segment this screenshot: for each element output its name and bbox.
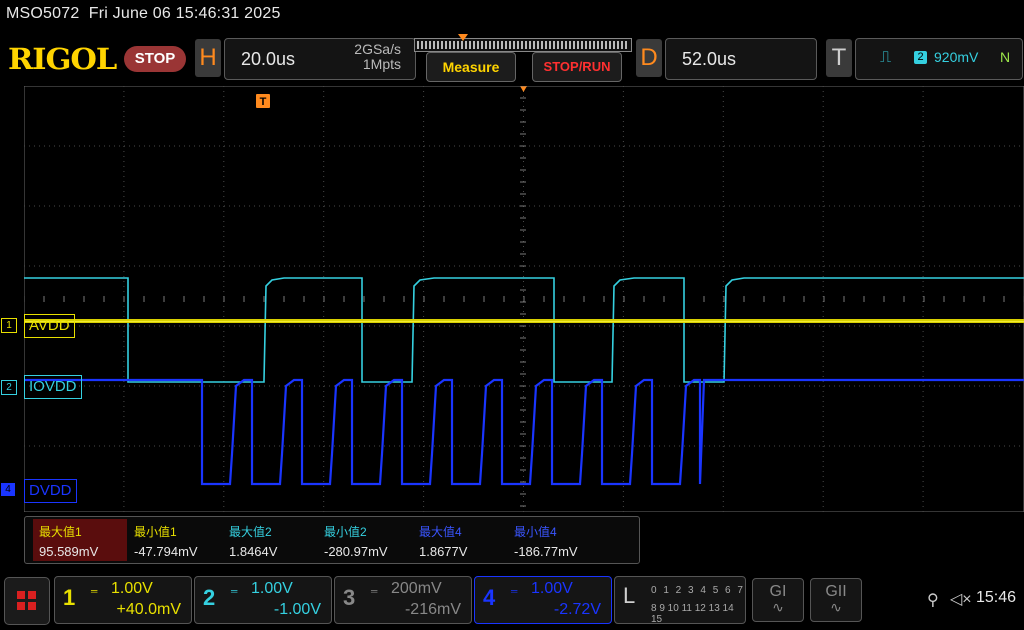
measurement-item[interactable]: 最小值4 -186.77mV <box>508 519 602 561</box>
ch1-offset: +40.0mV <box>116 601 181 618</box>
generator-1-button[interactable]: GI ∿ <box>752 578 804 622</box>
measure-button[interactable]: Measure <box>426 52 516 82</box>
ch2-offset: -1.00V <box>273 601 321 618</box>
sample-rate: 2GSa/s <box>354 41 401 57</box>
measurement-value: -186.77mV <box>514 544 578 559</box>
timebase-panel[interactable]: 20.0us 2GSa/s 1Mpts <box>224 38 416 80</box>
grid-menu-icon <box>17 591 36 610</box>
ch2-settings[interactable]: 2 ═ 1.00V -1.00V <box>194 576 332 624</box>
ch1-settings[interactable]: 1 ═ 1.00V +40.0mV <box>54 576 192 624</box>
stop-run-button[interactable]: STOP/RUN <box>532 52 622 82</box>
measurement-item[interactable]: 最小值2 -280.97mV <box>318 519 412 561</box>
acquisition-info: 2GSa/s 1Mpts <box>354 42 401 72</box>
bottom-bar: 1 ═ 1.00V +40.0mV 2 ═ 1.00V -1.00V 3 ═ 2… <box>0 574 1024 630</box>
trigger-panel[interactable]: ⎍ 2 920mV N <box>855 38 1023 80</box>
ch2-label[interactable]: IOVDD <box>24 375 82 399</box>
generator-2-button[interactable]: GII ∿ <box>810 578 862 622</box>
run-status-badge[interactable]: STOP <box>124 46 186 72</box>
measurement-value: -47.794mV <box>134 544 198 559</box>
memory-depth: 1Mpts <box>362 56 401 72</box>
ch3-offset: -216mV <box>404 601 461 618</box>
model-name: MSO5072 <box>6 5 80 22</box>
dc-coupling-icon: ═ <box>511 586 517 596</box>
ch4-scale: 1.00V <box>531 580 573 597</box>
sine-wave-icon: ∿ <box>830 599 842 615</box>
timebase-value: 20.0us <box>241 49 296 69</box>
measurement-label: 最大值1 <box>39 525 82 539</box>
measurement-value: 1.8677V <box>419 544 468 559</box>
measurement-label: 最小值4 <box>514 525 557 539</box>
dc-coupling-icon: ═ <box>231 586 237 596</box>
horizontal-key[interactable]: H <box>195 39 221 77</box>
logic-channels-0-7: 0 1 2 3 4 5 6 7 <box>651 585 745 596</box>
measurement-label: 最大值4 <box>419 525 462 539</box>
measurement-item[interactable]: 最小值1 -47.794mV <box>128 519 222 561</box>
measurement-label: 最小值1 <box>134 525 177 539</box>
trigger-level: 920mV <box>934 49 979 65</box>
trigger-key[interactable]: T <box>826 39 852 77</box>
rising-edge-icon: ⎍ <box>880 49 892 66</box>
toolbar: RIGOL STOP H 20.0us 2GSa/s 1Mpts Measure… <box>0 34 1024 86</box>
memory-position-bar[interactable] <box>414 38 632 52</box>
ch1-marker[interactable]: 1 <box>1 318 17 333</box>
measurement-item[interactable]: 最大值2 1.8464V <box>223 519 317 561</box>
delay-value: 52.0us <box>682 49 737 69</box>
svg-text:T: T <box>260 96 267 108</box>
rigol-logo: RIGOL <box>8 42 117 76</box>
status-line: MSO5072 Fri June 06 15:46:31 2025 <box>6 5 281 23</box>
measurement-item[interactable]: 最大值1 95.589mV <box>33 519 127 561</box>
delay-key[interactable]: D <box>636 39 662 77</box>
dc-coupling-icon: ═ <box>371 586 377 596</box>
sine-wave-icon: ∿ <box>772 599 784 615</box>
measurement-label: 最小值2 <box>324 525 367 539</box>
measurement-panel[interactable]: 最大值1 95.589mV 最小值1 -47.794mV 最大值2 1.8464V 最小值2… <box>24 516 640 564</box>
delay-marker-icon: T <box>256 94 270 108</box>
ch3-scale: 200mV <box>391 580 442 597</box>
ch2-number: 2 <box>203 585 216 610</box>
delay-panel[interactable]: 52.0us <box>665 38 817 80</box>
ch4-marker[interactable]: 4 <box>1 483 15 496</box>
ch3-settings[interactable]: 3 ═ 200mV -216mV <box>334 576 472 624</box>
usb-icon: ⚲ <box>927 592 939 609</box>
dc-coupling-icon: ═ <box>91 586 97 596</box>
ch4-settings[interactable]: 4 ═ 1.00V -2.72V <box>474 576 612 624</box>
ch1-label[interactable]: AVDD <box>24 314 75 338</box>
measurement-value: 1.8464V <box>229 544 278 559</box>
datetime: Fri June 06 15:46:31 2025 <box>88 5 281 22</box>
measurement-value: -280.97mV <box>324 544 388 559</box>
measurement-item[interactable]: 最大值4 1.8677V <box>413 519 507 561</box>
ch1-waveform <box>24 319 1024 323</box>
waveform-display[interactable]: T <box>24 86 1024 512</box>
mute-icon[interactable]: ◁× <box>950 589 972 609</box>
ch4-offset: -2.72V <box>553 601 601 618</box>
ch1-scale: 1.00V <box>111 580 153 597</box>
trigger-source: 2 <box>914 51 927 64</box>
trigger-position-marker-icon <box>458 34 468 41</box>
measurement-label: 最大值2 <box>229 525 272 539</box>
logic-key: L <box>623 583 636 608</box>
measurement-value: 95.589mV <box>39 544 99 559</box>
ch2-marker[interactable]: 2 <box>1 380 17 395</box>
logic-channels-8-15: 8 9 10 11 12 13 14 15 <box>651 603 734 625</box>
ch4-label[interactable]: DVDD <box>24 479 77 503</box>
logic-analyzer-settings[interactable]: L 0 1 2 3 4 5 6 7 8 9 10 11 12 13 14 15 <box>614 576 746 625</box>
clock: 15:46 <box>976 589 1017 606</box>
main-menu-button[interactable] <box>4 577 50 625</box>
ch2-scale: 1.00V <box>251 580 293 597</box>
ch4-number: 4 <box>483 585 496 610</box>
trigger-mode: N <box>1000 49 1011 65</box>
ch3-number: 3 <box>343 585 356 610</box>
ch1-number: 1 <box>63 585 76 610</box>
